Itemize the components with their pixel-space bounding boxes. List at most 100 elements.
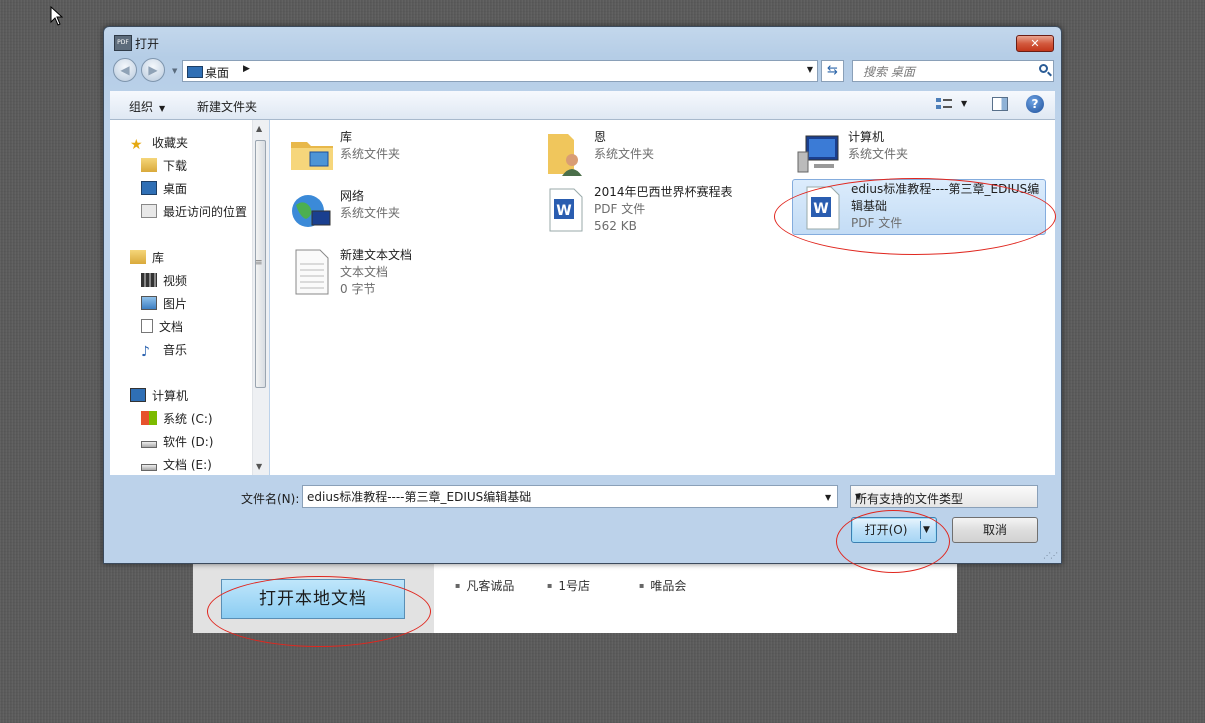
- scroll-down-icon[interactable]: ▼: [256, 462, 262, 471]
- scroll-up-icon[interactable]: ▲: [256, 124, 262, 133]
- shop-link-vip[interactable]: 唯品会: [639, 577, 686, 594]
- nav-drive-e[interactable]: 文档 (E:): [141, 456, 212, 473]
- refresh-button[interactable]: ⇆: [821, 60, 844, 82]
- nav-documents[interactable]: 文档: [141, 318, 183, 335]
- file-item-network[interactable]: 网络 系统文件夹: [284, 185, 534, 245]
- hard-drive-icon: [141, 441, 157, 448]
- navigation-pane: ★ 收藏夹 下载 桌面 最近访问的位置 库 视频 图片 文档 ♪ 音乐 计算机 系统: [110, 120, 259, 475]
- file-item-computer[interactable]: 计算机 系统文件夹: [792, 126, 1042, 186]
- filename-dropdown-icon[interactable]: ▼: [825, 493, 831, 502]
- breadcrumb-chevron-icon[interactable]: ▶: [243, 64, 250, 74]
- nav-label: 计算机: [152, 389, 189, 403]
- nav-pictures[interactable]: 图片: [141, 295, 187, 312]
- filename-label: 文件名(N):: [241, 492, 300, 506]
- nav-recent-places[interactable]: 最近访问的位置: [141, 203, 247, 220]
- open-options-dropdown-icon[interactable]: ▼: [923, 518, 930, 542]
- user-folder-icon: [548, 134, 582, 176]
- nav-favorites[interactable]: ★ 收藏夹: [130, 134, 189, 153]
- nav-label: 文档 (E:): [163, 458, 212, 472]
- file-name: 网络: [340, 189, 365, 203]
- file-type: PDF 文件: [851, 216, 903, 230]
- new-folder-button[interactable]: 新建文件夹: [197, 98, 257, 115]
- file-type: 系统文件夹: [848, 147, 909, 161]
- file-item-user[interactable]: 恩 系统文件夹: [538, 126, 788, 186]
- open-local-document-button[interactable]: 打开本地文档: [221, 579, 405, 619]
- nav-label: 软件 (D:): [163, 435, 214, 449]
- file-name: 计算机: [848, 130, 885, 144]
- windows-drive-icon: [141, 411, 157, 425]
- file-type-select[interactable]: 所有支持的文件类型 ▼: [850, 485, 1038, 508]
- dialog-title: 打开: [135, 37, 160, 51]
- video-icon: [141, 273, 157, 287]
- nav-drive-d[interactable]: 软件 (D:): [141, 433, 213, 450]
- file-type: 系统文件夹: [340, 147, 401, 161]
- nav-videos[interactable]: 视频: [141, 272, 187, 289]
- command-toolbar: 组织 ▼ 新建文件夹 ▼ ?: [110, 91, 1055, 120]
- back-button[interactable]: ◀: [113, 58, 137, 82]
- nav-label: 收藏夹: [152, 136, 189, 150]
- file-name: 库: [340, 130, 353, 144]
- address-dropdown-icon[interactable]: ▼: [807, 65, 813, 74]
- nav-label: 图片: [163, 297, 188, 311]
- scroll-grip-icon: ≡: [255, 258, 263, 268]
- pdf-doc-icon: W: [806, 186, 840, 230]
- file-item-libraries[interactable]: 库 系统文件夹: [284, 126, 534, 186]
- documents-icon: [141, 319, 153, 333]
- search-box[interactable]: [852, 60, 1054, 83]
- help-icon[interactable]: ?: [1026, 95, 1044, 113]
- nav-libraries[interactable]: 库: [130, 249, 164, 266]
- file-type: 系统文件夹: [594, 147, 655, 161]
- forward-button[interactable]: ▶: [141, 58, 165, 82]
- filename-input[interactable]: [302, 485, 838, 508]
- star-icon: ★: [130, 137, 143, 153]
- nav-computer[interactable]: 计算机: [130, 387, 188, 404]
- open-button[interactable]: 打开(O) ▼: [851, 517, 937, 543]
- shop-link-vancl[interactable]: 凡客诚品: [455, 577, 514, 594]
- nav-label: 最近访问的位置: [163, 205, 248, 219]
- file-size: 562 KB: [594, 219, 637, 233]
- network-icon: [292, 195, 331, 227]
- address-location[interactable]: 桌面: [205, 64, 229, 81]
- file-type: 系统文件夹: [340, 206, 401, 220]
- title-bar[interactable]: PDF 打开 ✕: [104, 27, 1061, 57]
- file-item-edius-pdf-selected[interactable]: W edius标准教程----第三章_EDIUS编辑基础 PDF 文件: [792, 179, 1046, 235]
- resize-grip-icon[interactable]: ⋰⋰: [1043, 551, 1058, 560]
- open-file-dialog: PDF 打开 ✕ ◀ ▶ ▼ 桌面 ▶ ▼ ⇆ 组织 ▼ 新建文件夹 ▼ ? ★ 收…: [103, 26, 1062, 564]
- hard-drive-icon: [141, 464, 157, 471]
- open-button-label: 打开(O): [864, 523, 908, 537]
- shop-link-yhd[interactable]: 1号店: [547, 577, 590, 594]
- file-list-pane: 库 系统文件夹 恩 系统文件夹 计算机 系统文件夹 网络 系统文件夹 W 201…: [270, 120, 1055, 475]
- nav-label: 系统 (C:): [163, 412, 213, 426]
- close-button[interactable]: ✕: [1016, 35, 1054, 52]
- preview-pane-icon[interactable]: [992, 97, 1008, 111]
- svg-text:W: W: [556, 203, 571, 219]
- nav-label: 视频: [163, 274, 188, 288]
- file-size: 0 字节: [340, 282, 376, 296]
- nav-label: 文档: [159, 320, 184, 334]
- file-name: 2014年巴西世界杯赛程表: [594, 185, 733, 199]
- desktop-icon: [141, 181, 157, 195]
- organize-menu[interactable]: 组织 ▼: [129, 98, 165, 115]
- file-name: edius标准教程----第三章_EDIUS编辑基础: [851, 182, 1040, 213]
- file-item-worldcup-pdf[interactable]: W 2014年巴西世界杯赛程表 PDF 文件 562 KB: [538, 181, 788, 241]
- nav-downloads[interactable]: 下载: [141, 157, 187, 174]
- recent-locations-dropdown-icon[interactable]: ▼: [172, 67, 177, 75]
- search-icon[interactable]: [1039, 64, 1048, 73]
- view-options-icon[interactable]: [935, 97, 953, 111]
- nav-label: 库: [152, 251, 165, 265]
- recent-places-icon: [141, 204, 157, 218]
- nav-music[interactable]: ♪ 音乐: [141, 341, 187, 360]
- split-divider: [920, 521, 921, 539]
- view-dropdown-icon[interactable]: ▼: [961, 99, 967, 108]
- chevron-down-icon: ▼: [855, 492, 862, 501]
- nav-desktop[interactable]: 桌面: [141, 180, 187, 197]
- nav-drive-c[interactable]: 系统 (C:): [141, 410, 213, 427]
- file-item-new-text[interactable]: 新建文本文档 文本文档 0 字节: [284, 244, 534, 304]
- svg-text:W: W: [813, 201, 828, 217]
- search-input[interactable]: [853, 61, 1040, 83]
- nav-label: 下载: [163, 159, 188, 173]
- file-name: 恩: [594, 130, 607, 144]
- navigation-scrollbar[interactable]: ▲ ≡ ▼: [252, 120, 269, 475]
- cancel-button[interactable]: 取消: [952, 517, 1038, 543]
- address-bar[interactable]: 桌面 ▶ ▼: [182, 60, 818, 82]
